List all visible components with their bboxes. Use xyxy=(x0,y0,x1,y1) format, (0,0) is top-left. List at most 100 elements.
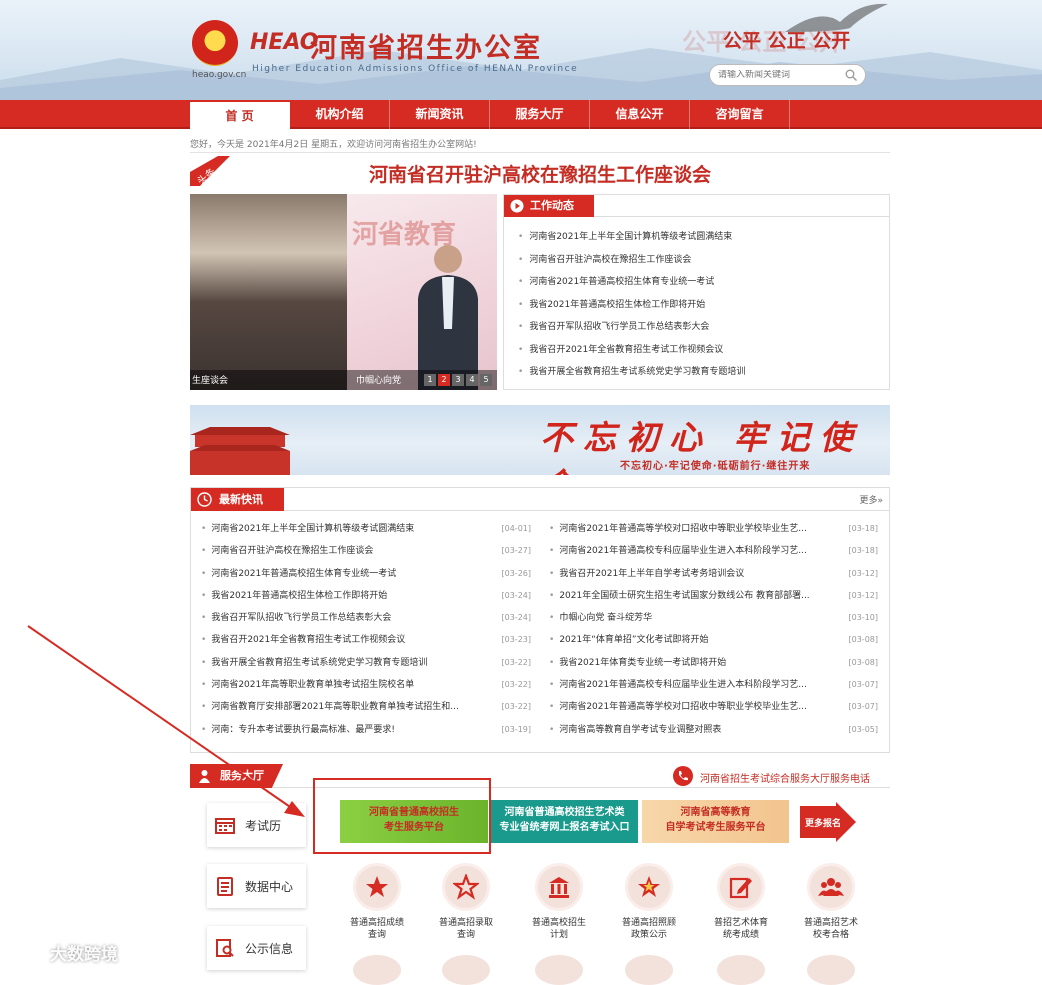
site-title[interactable]: 河南省招生办公室 xyxy=(310,26,542,65)
nav-news[interactable]: 新闻资讯 xyxy=(390,100,490,129)
art-exam-entry-banner[interactable]: 河南省普通高校招生艺术类 专业省统考网上报名考试入口 xyxy=(491,800,638,843)
self-study-platform-banner[interactable]: 河南省高等教育 自学考试考生服务平台 xyxy=(642,800,789,843)
list-item[interactable]: 河南省2021年上半年全国计算机等级考试圆满结束 xyxy=(518,230,745,253)
nav-info-disclosure[interactable]: 信息公开 xyxy=(590,100,690,129)
news-title[interactable]: 我省2021年体育类专业统一考试即将开始 xyxy=(559,658,726,668)
news-title[interactable]: 河南省召开驻沪高校在豫招生工作座谈会 xyxy=(211,546,373,556)
news-title[interactable]: 2021年“体育单招”文化考试即将开始 xyxy=(559,635,708,645)
search-box[interactable] xyxy=(709,64,866,86)
list-item[interactable]: 河南省2021年普通高等学校对口招收中等职业学校毕业生艺... [03-18] xyxy=(549,522,878,544)
mission-banner[interactable]: 不忘初心 牢记使命 不忘初心·牢记使命·砥砺前行·继往开来 xyxy=(190,405,890,475)
service-hall-tab[interactable]: 服务大厅 xyxy=(190,764,283,788)
search-input[interactable] xyxy=(718,70,838,80)
data-center-button[interactable]: 数据中心 xyxy=(207,864,306,908)
list-item[interactable]: 河南省召开驻沪高校在豫招生工作座谈会 [03-27] xyxy=(201,544,531,566)
list-item[interactable]: 我省召开2021年全省教育招生考试工作视频会议 [03-23] xyxy=(201,633,531,655)
watermark-logo-icon xyxy=(11,944,44,961)
quick-link-admission-query[interactable]: 普通高招录取 查询 xyxy=(431,863,501,941)
greeting-text: 您好，今天是 2021年4月2日 星期五，欢迎访问河南省招生办公室网站! xyxy=(190,140,477,150)
public-notice-button[interactable]: 公示信息 xyxy=(207,926,306,970)
news-title[interactable]: 我省召开军队招收飞行学员工作总结表彰大会 xyxy=(211,613,391,623)
platform-line2: 自学考试考生服务平台 xyxy=(665,822,766,833)
list-item[interactable]: 2021年“体育单招”文化考试即将开始 [03-08] xyxy=(549,633,878,655)
nav-about[interactable]: 机构介绍 xyxy=(290,100,390,129)
news-date: [03-27] xyxy=(501,546,532,556)
gaokao-service-platform-banner[interactable]: 河南省普通高校招生 考生服务平台 xyxy=(340,800,488,843)
quick-link-icon-partial[interactable] xyxy=(625,955,673,985)
quick-link-icon-partial[interactable] xyxy=(353,955,401,985)
news-title[interactable]: 河南省2021年普通高校招生体育专业统一考试 xyxy=(211,569,396,579)
search-icon[interactable] xyxy=(845,69,857,81)
list-item[interactable]: 我省开展全省教育招生考试系统党史学习教育专题培训 xyxy=(518,365,745,388)
quick-link-icon-partial[interactable] xyxy=(535,955,583,985)
news-date: [03-10] xyxy=(848,613,879,623)
quick-link-icon-partial[interactable] xyxy=(807,955,855,985)
work-news-tab[interactable]: 工作动态 xyxy=(504,195,594,217)
list-item[interactable]: 我省召开军队招收飞行学员工作总结表彰大会 xyxy=(518,320,745,343)
news-title[interactable]: 我省开展全省教育招生考试系统党史学习教育专题培训 xyxy=(211,658,427,668)
platform-line1: 河南省普通高校招生艺术类 xyxy=(504,807,625,818)
news-title[interactable]: 河南省2021年普通高校专科应届毕业生进入本科阶段学习艺... xyxy=(559,546,807,556)
list-item[interactable]: 河南省高等教育自学考试专业调整对照表 [03-05] xyxy=(549,723,878,745)
news-list-right: 河南省2021年普通高等学校对口招收中等职业学校毕业生艺... [03-18] 河… xyxy=(549,522,878,745)
news-date: [03-08] xyxy=(848,657,879,667)
list-item[interactable]: 河南省2021年普通高校招生体育专业统一考试 [03-26] xyxy=(201,567,531,589)
list-item[interactable]: 河南省2021年普通高校专科应届毕业生进入本科阶段学习艺... [03-07] xyxy=(549,678,878,700)
list-item[interactable]: 我省2021年普通高校招生体检工作即将开始 xyxy=(518,298,745,321)
list-item[interactable]: 我省2021年普通高校招生体检工作即将开始 [03-24] xyxy=(201,589,531,611)
news-title[interactable]: 河南省2021年高等职业教育单独考试招生院校名单 xyxy=(211,680,414,690)
list-item[interactable]: 河南省2021年上半年全国计算机等级考试圆满结束 [04-01] xyxy=(201,522,531,544)
news-title[interactable]: 我省召开2021年全省教育招生考试工作视频会议 xyxy=(211,635,405,645)
news-title[interactable]: 河南省2021年上半年全国计算机等级考试圆满结束 xyxy=(211,524,414,534)
list-item[interactable]: 河南：专升本考试要执行最高标准、最严要求! [03-19] xyxy=(201,723,531,745)
list-item[interactable]: 我省召开2021年上半年自学考试考务培训会议 [03-12] xyxy=(549,567,878,589)
quick-link-art-school-exam[interactable]: 普通高招艺术 校考合格 xyxy=(796,863,866,941)
nav-service-hall[interactable]: 服务大厅 xyxy=(490,100,590,129)
more-link[interactable]: 更多» xyxy=(859,493,883,506)
news-title[interactable]: 河南省2021年普通高校专科应届毕业生进入本科阶段学习艺... xyxy=(559,680,807,690)
news-title[interactable]: 我省2021年普通高校招生体检工作即将开始 xyxy=(211,591,387,601)
list-item[interactable]: 我省召开军队招收飞行学员工作总结表彰大会 [03-24] xyxy=(201,611,531,633)
list-item[interactable]: 河南省召开驻沪高校在豫招生工作座谈会 xyxy=(518,253,745,276)
photo-slider[interactable]: 河省教育 生座谈会 巾帼心向党 1 2 3 4 5 xyxy=(190,194,497,390)
news-title[interactable]: 河南省教育厅安排部署2021年高等职业教育单独考试招生和... xyxy=(211,702,459,712)
list-item[interactable]: 巾帼心向党 奋斗绽芳华 [03-10] xyxy=(549,611,878,633)
list-item[interactable]: 河南省2021年普通高等学校对口招收中等职业学校毕业生艺... [03-07] xyxy=(549,700,878,722)
quick-link-icon-partial[interactable] xyxy=(717,955,765,985)
news-title[interactable]: 河南：专升本考试要执行最高标准、最严要求! xyxy=(211,725,395,735)
nav-home[interactable]: 首 页 xyxy=(190,102,290,129)
list-item[interactable]: 河南省教育厅安排部署2021年高等职业教育单独考试招生和... [03-22] xyxy=(201,700,531,722)
service-phone-link[interactable]: 河南省招生考试综合服务大厅服务电话 xyxy=(700,770,870,785)
list-item[interactable]: 河南省2021年普通高校专科应届毕业生进入本科阶段学习艺... [03-18] xyxy=(549,544,878,566)
news-title[interactable]: 河南省2021年普通高等学校对口招收中等职业学校毕业生艺... xyxy=(559,702,807,712)
news-title[interactable]: 河南省高等教育自学考试专业调整对照表 xyxy=(559,725,721,735)
list-item[interactable]: 河南省2021年普通高校招生体育专业统一考试 xyxy=(518,275,745,298)
list-item[interactable]: 我省召开2021年全省教育招生考试工作视频会议 xyxy=(518,343,745,366)
slider-page-1[interactable]: 1 xyxy=(424,374,436,386)
list-item[interactable]: 我省2021年体育类专业统一考试即将开始 [03-08] xyxy=(549,656,878,678)
quick-link-art-sports-scores[interactable]: 普招艺术体育 统考成绩 xyxy=(706,863,776,941)
quick-link-enrollment-plan[interactable]: 普通高校招生 计划 xyxy=(524,863,594,941)
news-title[interactable]: 河南省2021年普通高等学校对口招收中等职业学校毕业生艺... xyxy=(559,524,807,534)
headline-title[interactable]: 河南省召开驻沪高校在豫招生工作座谈会 xyxy=(340,160,740,187)
list-item[interactable]: 我省开展全省教育招生考试系统党史学习教育专题培训 [03-22] xyxy=(201,656,531,678)
news-title[interactable]: 我省召开2021年上半年自学考试考务培训会议 xyxy=(559,569,744,579)
news-title[interactable]: 巾帼心向党 奋斗绽芳华 xyxy=(559,613,652,623)
more-registration-button[interactable]: 更多报名 xyxy=(800,802,856,842)
news-date: [03-05] xyxy=(848,724,879,734)
quick-link-policy-notice[interactable]: 普通高招照顾 政策公示 xyxy=(614,863,684,941)
news-date: [03-18] xyxy=(848,524,879,533)
quick-link-icon-partial[interactable] xyxy=(442,955,490,985)
list-item[interactable]: 河南省2021年高等职业教育单独考试招生院校名单 [03-22] xyxy=(201,678,531,700)
slider-page-4[interactable]: 4 xyxy=(466,374,478,386)
news-date: [03-24] xyxy=(501,590,532,600)
quick-link-score-query[interactable]: 普通高招成绩 查询 xyxy=(342,863,412,941)
slider-page-2[interactable]: 2 xyxy=(438,374,450,386)
news-title[interactable]: 2021年全国硕士研究生招生考试国家分数线公布 教育部部署... xyxy=(559,591,809,601)
nav-consult[interactable]: 咨询留言 xyxy=(690,100,790,129)
exam-calendar-button[interactable]: 考试历 xyxy=(207,803,306,847)
list-item[interactable]: 2021年全国硕士研究生招生考试国家分数线公布 教育部部署... [03-12] xyxy=(549,589,878,611)
slider-page-3[interactable]: 3 xyxy=(452,374,464,386)
latest-news-tab[interactable]: 最新快讯 xyxy=(191,488,284,511)
slider-page-5[interactable]: 5 xyxy=(480,374,492,386)
